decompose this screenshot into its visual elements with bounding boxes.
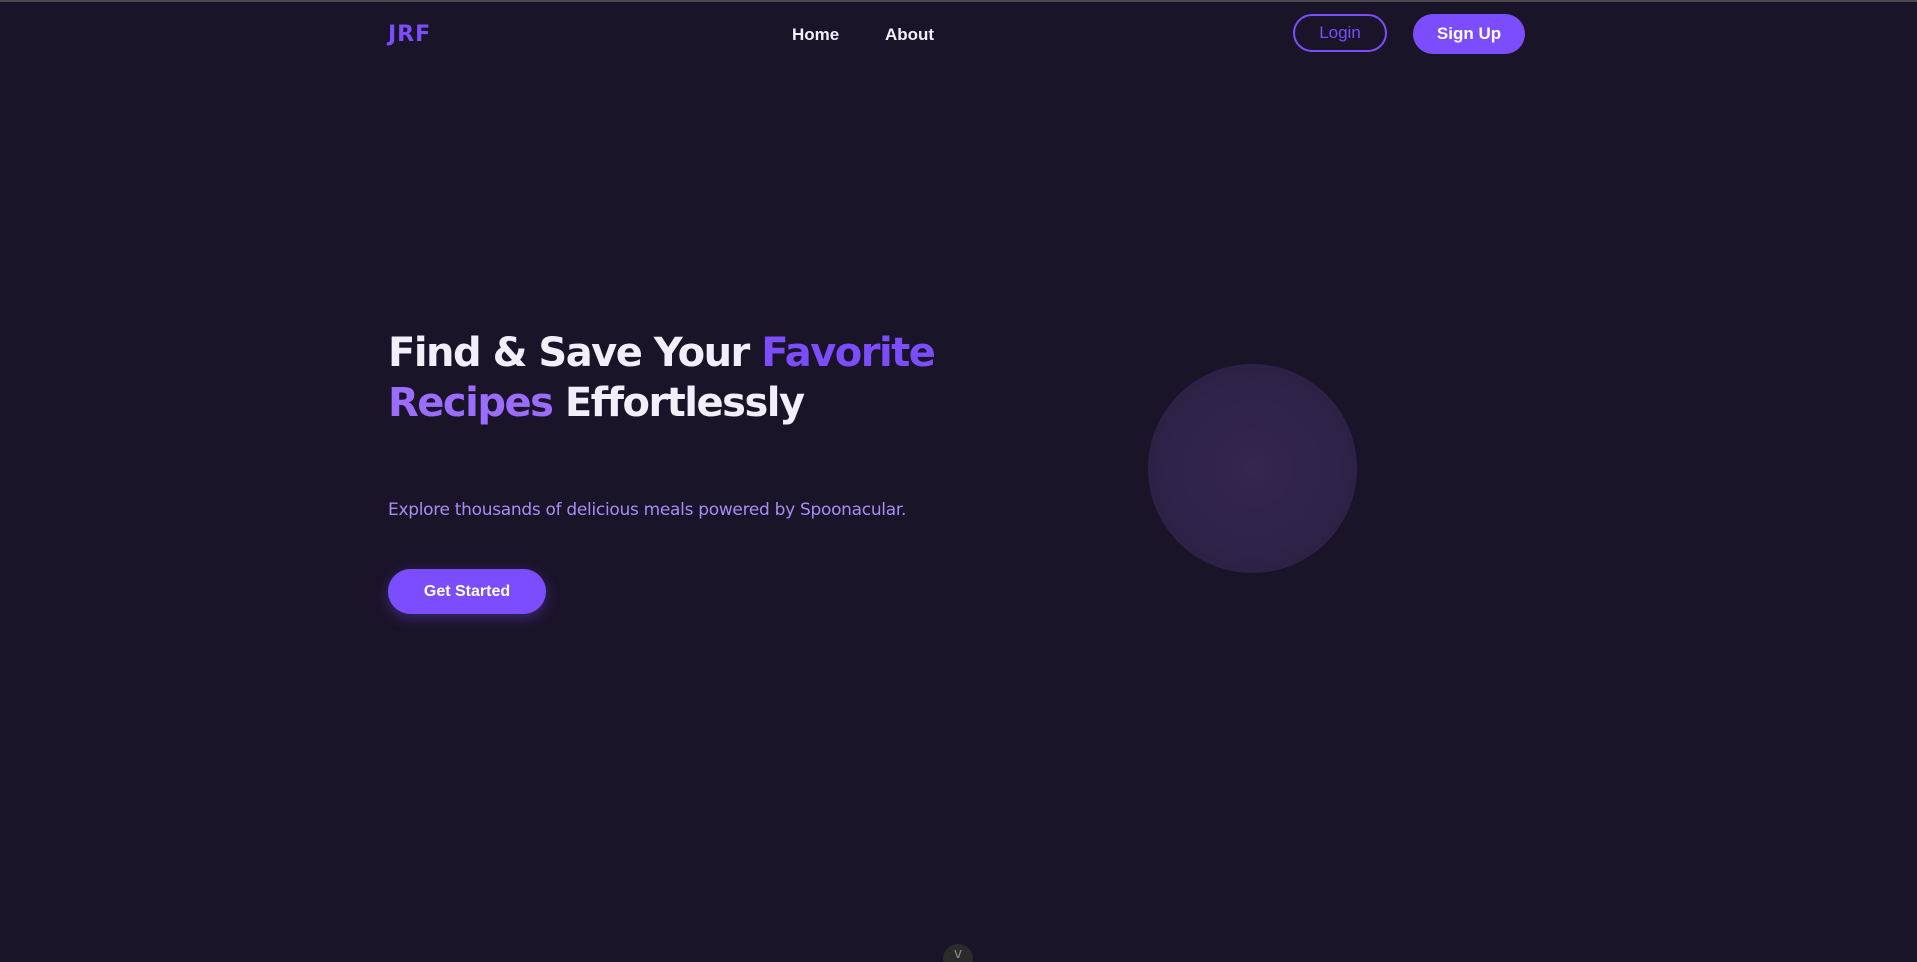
nav-link-about[interactable]: About — [885, 25, 934, 45]
hero-subtitle: Explore thousands of delicious meals pow… — [388, 500, 907, 520]
top-border — [0, 0, 1917, 2]
nav-link-home[interactable]: Home — [792, 25, 839, 45]
signup-button[interactable]: Sign Up — [1413, 14, 1525, 54]
hero-title: Find & Save Your Favorite Recipes Effortl… — [388, 328, 948, 428]
hero-title-accent-favorite: Favorite — [761, 330, 936, 376]
hero-title-part1: Find & Save Your — [388, 330, 762, 376]
hero-title-accent-recipes: Recipes — [388, 380, 554, 426]
logo[interactable]: JRF — [388, 22, 431, 47]
login-button[interactable]: Login — [1293, 14, 1387, 52]
decorative-circle — [1148, 364, 1357, 573]
chevron-down-icon[interactable]: v — [943, 944, 973, 962]
get-started-button[interactable]: Get Started — [388, 569, 546, 614]
hero-title-part2: Effortlessly — [552, 380, 805, 426]
